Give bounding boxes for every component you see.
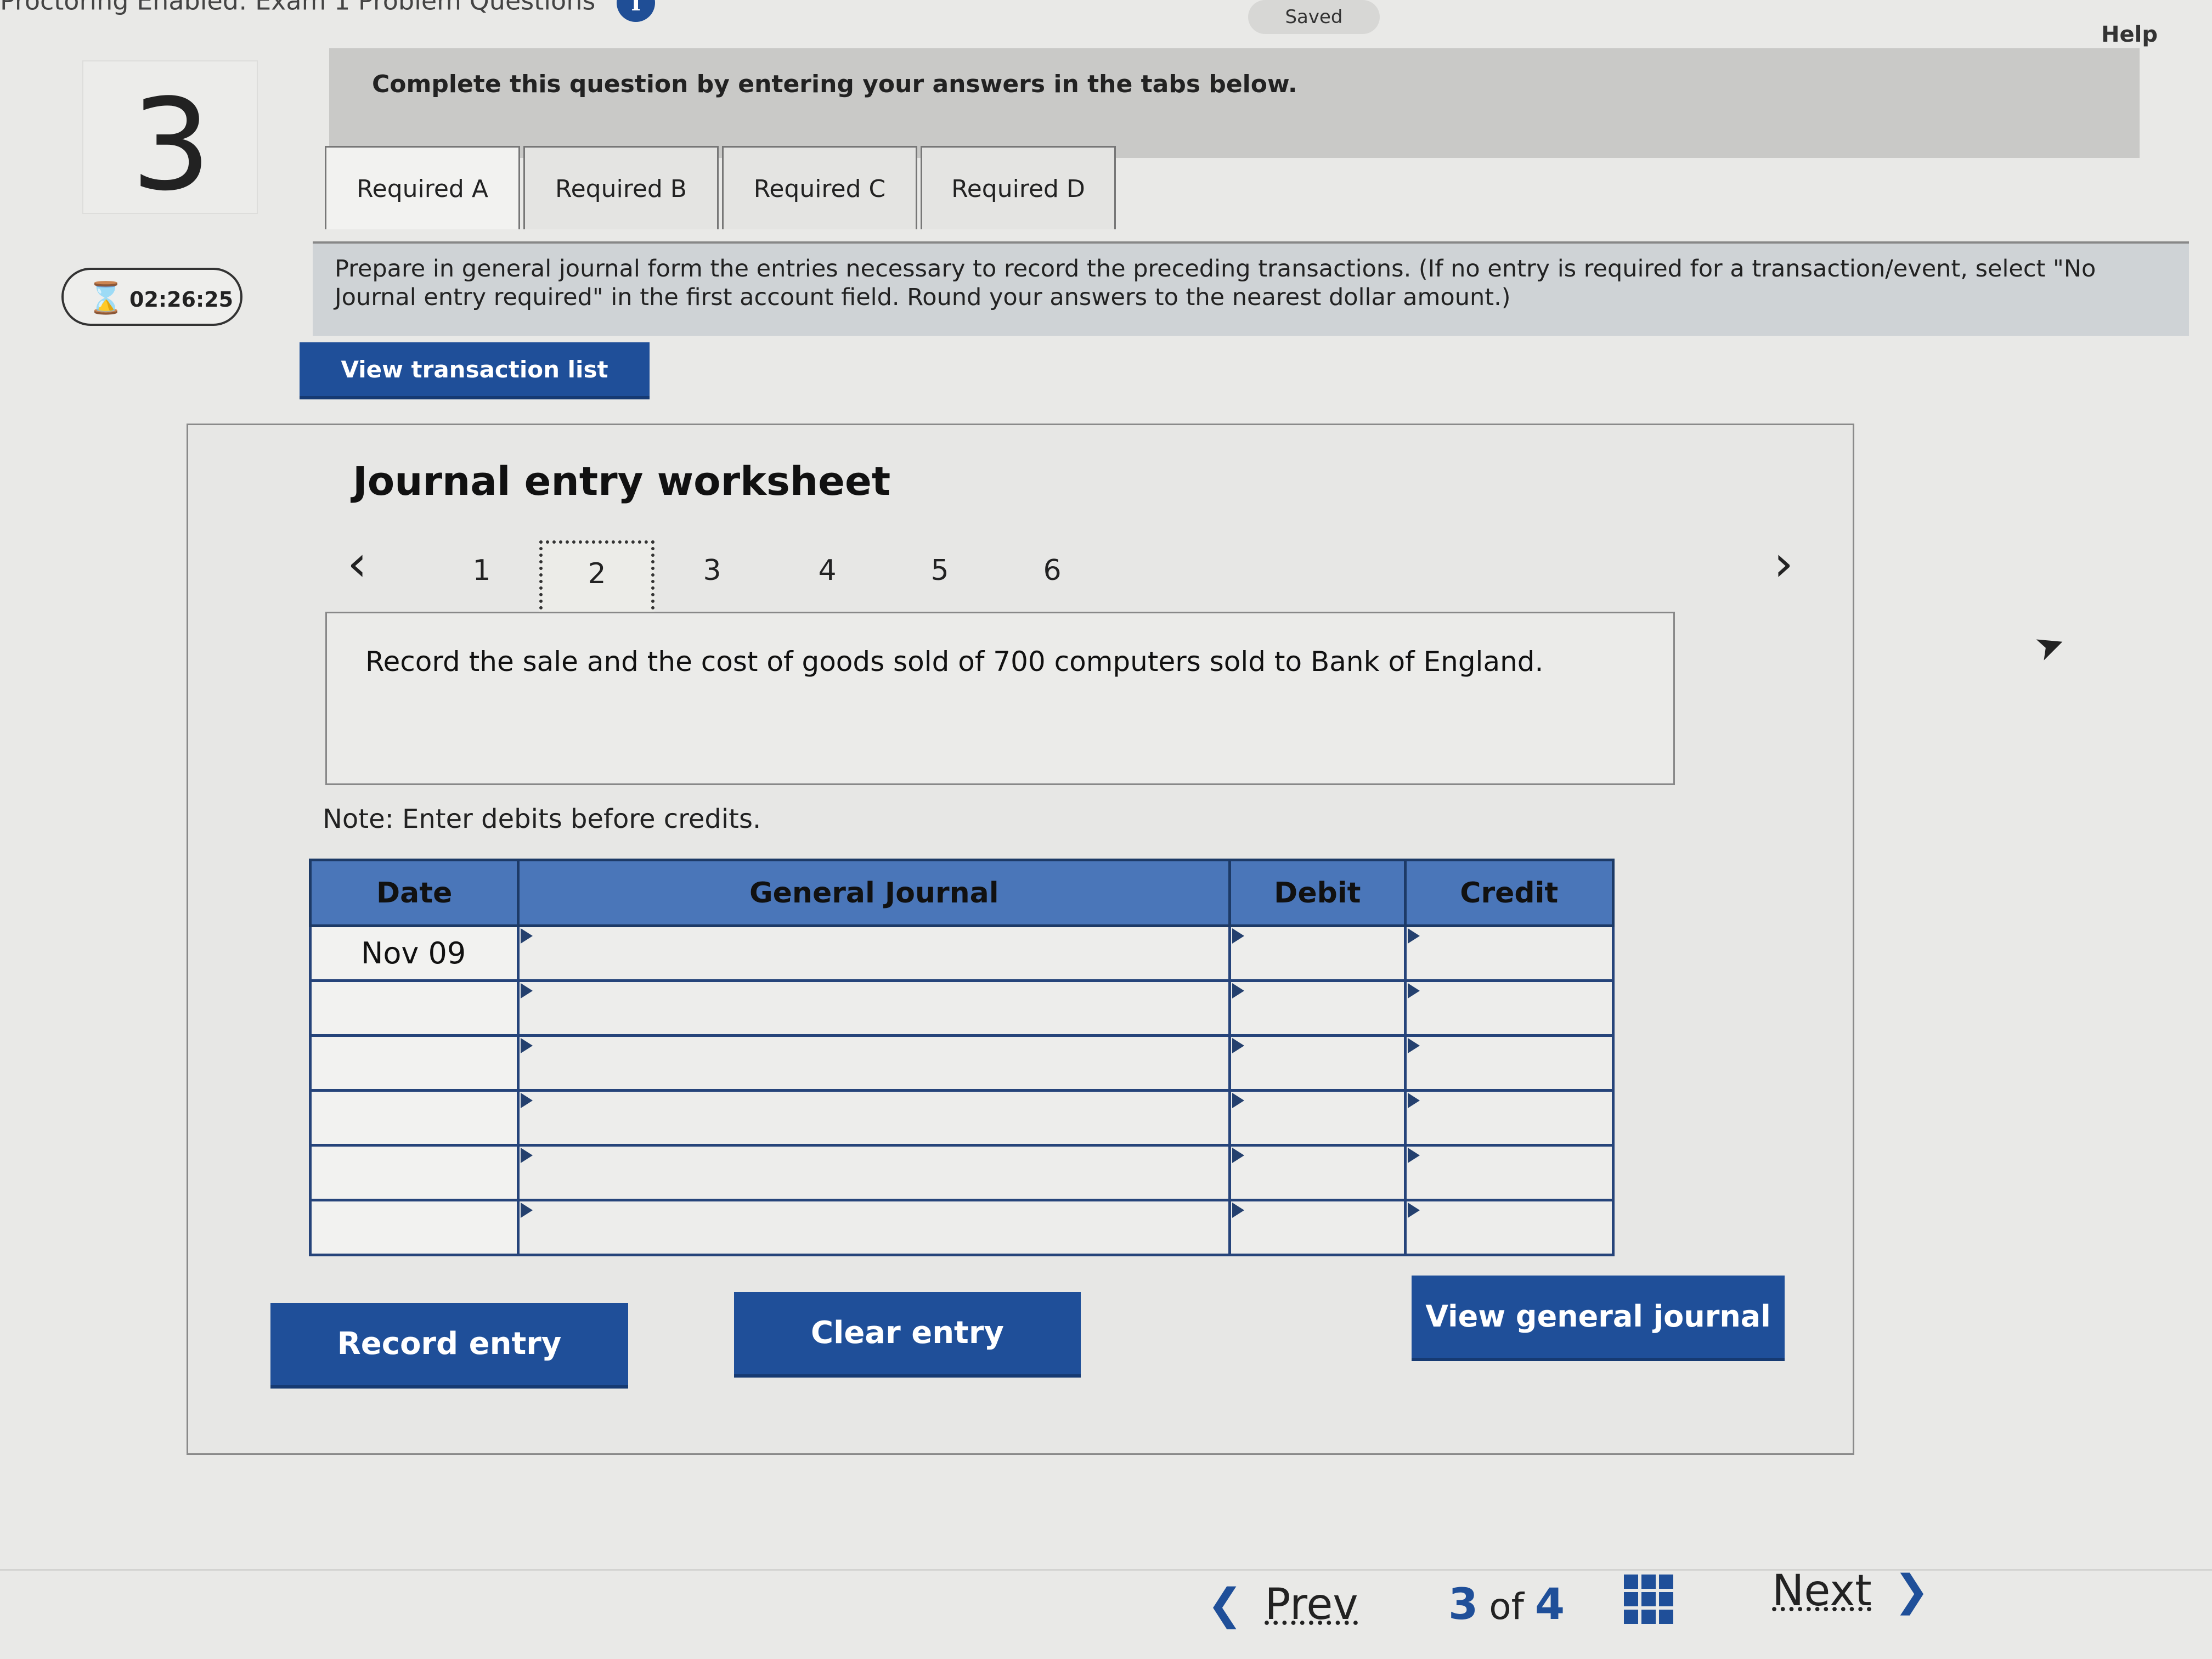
general-journal-table: Date General Journal Debit Credit Nov 09: [308, 859, 1615, 1256]
page-1[interactable]: 1: [424, 540, 539, 623]
column-header-credit: Credit: [1403, 859, 1615, 927]
question-grid-icon[interactable]: [1624, 1575, 1673, 1624]
debit-input[interactable]: [1228, 1034, 1407, 1092]
worksheet-title: Journal entry worksheet: [353, 458, 891, 504]
account-select[interactable]: [517, 1034, 1232, 1092]
credit-input[interactable]: [1403, 1089, 1615, 1147]
column-header-date: Date: [308, 859, 520, 927]
page-6[interactable]: 6: [995, 540, 1110, 623]
table-header-row: Date General Journal Debit Credit: [308, 859, 1615, 927]
account-select[interactable]: [517, 1199, 1232, 1256]
hourglass-icon: ⌛: [87, 280, 125, 316]
entry-description: Record the sale and the cost of goods so…: [365, 646, 1544, 678]
table-row: [308, 1089, 1615, 1147]
prompt-text: Prepare in general journal form the entr…: [335, 255, 2096, 311]
prev-button[interactable]: ❮ Prev: [1207, 1580, 1358, 1629]
question-number: 3: [131, 72, 212, 219]
credit-input[interactable]: [1403, 1199, 1615, 1256]
timer: ⌛ 02:26:25: [61, 268, 242, 326]
debit-input[interactable]: [1228, 1144, 1407, 1201]
page-2[interactable]: 2: [539, 540, 654, 623]
table-row: [308, 1144, 1615, 1201]
record-entry-button[interactable]: Record entry: [270, 1303, 628, 1389]
of-label: of: [1489, 1585, 1524, 1628]
credit-input[interactable]: [1403, 1034, 1615, 1092]
table-row: [308, 1199, 1615, 1256]
debit-input[interactable]: [1228, 1089, 1407, 1147]
prev-label: Prev: [1265, 1580, 1358, 1629]
debit-input[interactable]: [1228, 924, 1407, 982]
date-cell: Nov 09: [308, 924, 520, 982]
column-header-debit: Debit: [1228, 859, 1407, 927]
required-tabs: Required A Required B Required C Require…: [325, 146, 1119, 234]
credit-input[interactable]: [1403, 924, 1615, 982]
debit-credit-note: Note: Enter debits before credits.: [323, 804, 761, 834]
credit-input[interactable]: [1403, 979, 1615, 1037]
entry-description-box: Record the sale and the cost of goods so…: [325, 612, 1675, 785]
page-5[interactable]: 5: [882, 540, 997, 623]
tab-required-b[interactable]: Required B: [523, 146, 719, 229]
chevron-left-icon[interactable]: ‹: [347, 535, 367, 592]
help-link[interactable]: Help: [2101, 22, 2158, 47]
tab-required-d[interactable]: Required D: [921, 146, 1116, 229]
instruction-text: Complete this question by entering your …: [372, 70, 1297, 98]
account-select[interactable]: [517, 1089, 1232, 1147]
date-cell: [308, 979, 520, 1037]
chevron-right-icon: ❯: [1893, 1566, 1930, 1616]
date-cell: [308, 1144, 520, 1201]
column-header-general-journal: General Journal: [517, 859, 1232, 927]
table-row: [308, 1034, 1615, 1092]
total-questions: 4: [1534, 1580, 1565, 1629]
page-4[interactable]: 4: [770, 540, 885, 623]
timer-value: 02:26:25: [129, 287, 234, 312]
instruction-banner: Complete this question by entering your …: [329, 48, 2140, 158]
date-cell: [308, 1034, 520, 1092]
exam-title: Proctoring Enabled: Exam 1 Problem Quest…: [0, 0, 655, 22]
current-question: 3: [1448, 1580, 1479, 1629]
account-select[interactable]: [517, 979, 1232, 1037]
credit-input[interactable]: [1403, 1144, 1615, 1201]
mouse-cursor-icon: ➤: [2029, 622, 2071, 670]
exam-title-text: Proctoring Enabled: Exam 1 Problem Quest…: [0, 0, 596, 16]
tab-required-c[interactable]: Required C: [722, 146, 917, 229]
question-prompt: Prepare in general journal form the entr…: [313, 241, 2189, 336]
account-select[interactable]: [517, 924, 1232, 982]
debit-input[interactable]: [1228, 979, 1407, 1037]
next-button[interactable]: Next ❯: [1772, 1566, 1929, 1616]
question-number-box: 3: [82, 60, 258, 219]
worksheet-pager: ‹ 1 2 3 4 5 6 ›: [347, 529, 1872, 623]
page-3[interactable]: 3: [654, 540, 770, 623]
debit-input[interactable]: [1228, 1199, 1407, 1256]
date-cell: [308, 1089, 520, 1147]
chevron-right-icon[interactable]: ›: [1774, 535, 1793, 592]
clear-entry-button[interactable]: Clear entry: [734, 1292, 1081, 1378]
date-cell: [308, 1199, 520, 1256]
tab-required-a[interactable]: Required A: [325, 146, 520, 229]
info-icon[interactable]: i: [616, 0, 655, 22]
saved-status-badge: Saved: [1248, 0, 1380, 34]
chevron-left-icon: ❮: [1207, 1580, 1243, 1629]
account-select[interactable]: [517, 1144, 1232, 1201]
question-counter: 3 of 4: [1448, 1580, 1565, 1629]
top-bar: Proctoring Enabled: Exam 1 Problem Quest…: [0, 0, 2212, 47]
next-label: Next: [1772, 1566, 1872, 1616]
journal-worksheet-panel: Journal entry worksheet ‹ 1 2 3 4 5 6 › …: [187, 424, 1854, 1455]
table-row: [308, 979, 1615, 1037]
table-row: Nov 09: [308, 924, 1615, 982]
view-general-journal-button[interactable]: View general journal: [1412, 1276, 1785, 1361]
view-transaction-list-button[interactable]: View transaction list: [300, 342, 650, 399]
